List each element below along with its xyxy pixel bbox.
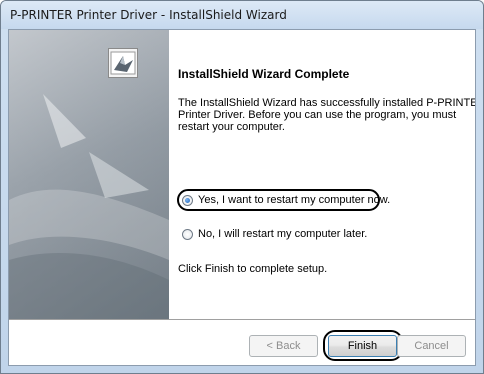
highlight-callout-restart-option [177, 189, 380, 211]
wizard-client-area: InstallShield Wizard Complete The Instal… [8, 29, 476, 366]
highlight-callout-finish-button [323, 330, 403, 361]
cancel-button[interactable]: Cancel [397, 335, 466, 357]
back-button[interactable]: < Back [249, 335, 318, 357]
description-line: The InstallShield Wizard has successfull… [178, 97, 476, 109]
window-title: P-PRINTER Printer Driver - InstallShield… [10, 8, 287, 22]
installer-window: P-PRINTER Printer Driver - InstallShield… [0, 0, 484, 374]
banner-graphic [9, 30, 169, 319]
installshield-wizard-icon [108, 48, 138, 78]
restart-later-label[interactable]: No, I will restart my computer later. [198, 228, 367, 240]
radio-unselected-icon[interactable] [182, 228, 193, 240]
title-bar[interactable]: P-PRINTER Printer Driver - InstallShield… [1, 1, 483, 29]
footer-divider [9, 319, 475, 320]
description-line: Printer Driver. Before you can use the p… [178, 109, 457, 121]
restart-later-option[interactable]: No, I will restart my computer later. [182, 226, 367, 242]
wizard-side-banner [9, 30, 169, 319]
wizard-heading: InstallShield Wizard Complete [178, 67, 350, 81]
wizard-description: The InstallShield Wizard has successfull… [178, 97, 476, 133]
description-line: restart your computer. [178, 121, 285, 133]
finish-instruction: Click Finish to complete setup. [178, 263, 328, 275]
